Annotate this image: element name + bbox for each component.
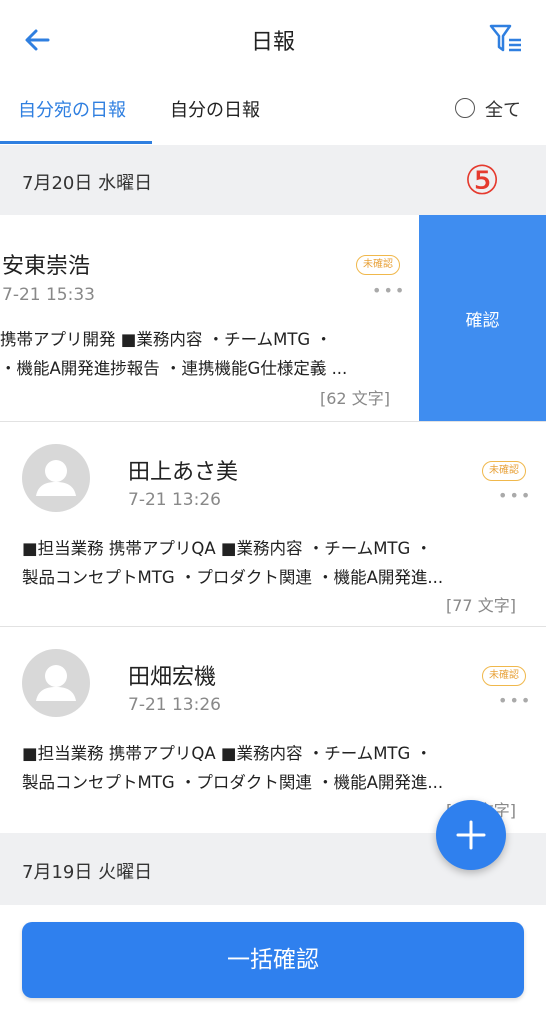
filter-list-icon[interactable] [488,22,524,56]
tab-my-reports[interactable]: 自分の日報 [170,96,260,122]
report-preview-line: 携帯アプリ開発 ■業務内容 ・チームMTG ・ [0,330,332,349]
date-label: 7月19日 火曜日 [22,862,153,883]
reporter-name: 田上あさ美 [128,460,239,485]
report-preview-line: ■担当業務 携帯アプリQA ■業務内容 ・チームMTG ・ [22,744,433,763]
person-icon [36,665,76,701]
more-options-icon[interactable]: ••• [372,281,406,300]
more-options-icon[interactable]: ••• [498,691,532,710]
report-preview-line: 製品コンセプトMTG ・プロダクト関連 ・機能A開発進... [22,773,444,792]
reporter-name: 安東崇浩 [2,254,91,279]
date-label: 7月20日 水曜日 [22,173,153,194]
report-time: 7-21 15:33 [2,285,95,305]
unconfirmed-badge: 未確認 [356,255,400,275]
active-tab-indicator [0,141,152,144]
report-preview-line: ■担当業務 携帯アプリQA ■業務内容 ・チームMTG ・ [22,539,433,558]
all-radio-button[interactable] [455,98,475,118]
report-preview-line: ・機能A開発進捗報告 ・連携機能G仕様定義 ... [0,359,348,378]
confirm-swipe-button[interactable]: 確認 [419,215,546,421]
avatar [22,649,90,717]
report-preview-line: 製品コンセプトMTG ・プロダクト関連 ・機能A開発進... [22,568,444,587]
reporter-name: 田畑宏機 [128,665,217,690]
more-options-icon[interactable]: ••• [498,486,532,505]
unconfirmed-badge: 未確認 [482,666,526,686]
add-report-button[interactable] [436,800,506,870]
page-title: 日報 [250,30,295,55]
report-time: 7-21 13:26 [128,490,221,510]
report-card[interactable]: 田上あさ美 7-21 13:26 未確認 ••• ■担当業務 携帯アプリQA ■… [0,422,546,626]
avatar [22,444,90,512]
character-count: [77 文字] [446,596,516,615]
person-icon [36,460,76,496]
all-radio-label[interactable]: 全て [485,96,521,122]
plus-icon [456,820,486,850]
character-count: [62 文字] [320,389,390,408]
report-time: 7-21 13:26 [128,695,221,715]
step-annotation: ⑤ [464,158,500,204]
app-header: 日報 [0,0,546,80]
bulk-confirm-button[interactable]: 一括確認 [22,922,524,998]
tab-inbox-reports[interactable]: 自分宛の日報 [18,96,126,122]
unconfirmed-badge: 未確認 [482,461,526,481]
